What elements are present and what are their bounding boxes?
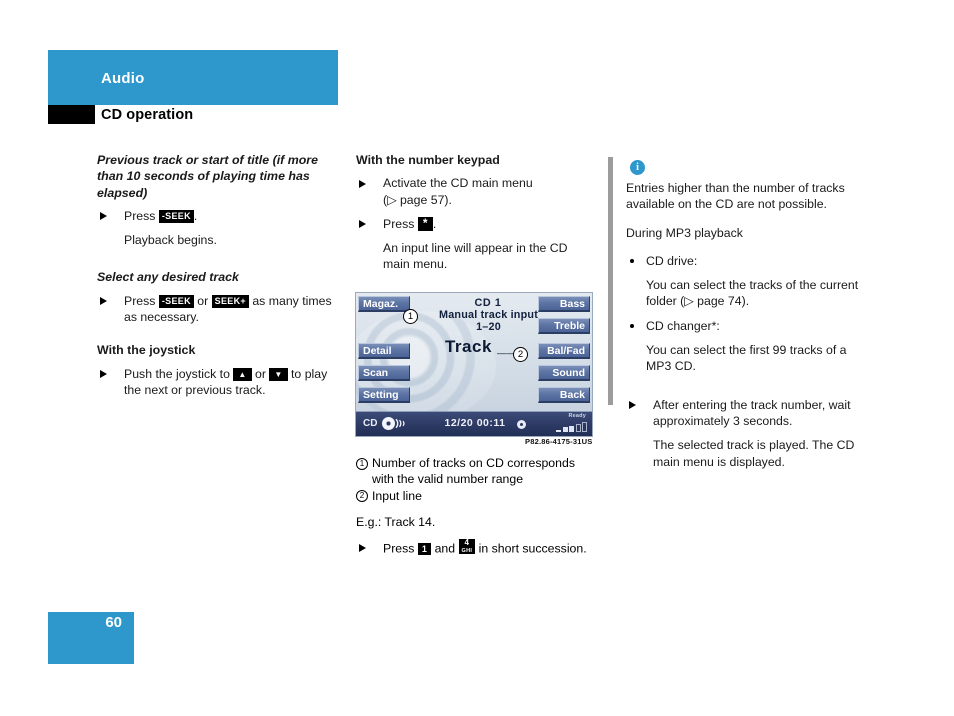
key-arrow-down-icon: ▼ [269,367,288,381]
column-left: Previous track or start of title (if mor… [97,152,335,406]
screen-button-magazine[interactable]: Magaz. [358,296,410,312]
key-digit-4-ghi: 4 GHI [458,538,476,554]
note-intro-text: Entries higher than the number of tracks… [626,181,845,212]
legend-item-1: 1 Number of tracks on CD corresponds with… [356,455,600,488]
figure-legend: 1 Number of tracks on CD corresponds with… [356,455,600,565]
screen-mode-label: Manual track input [439,309,538,321]
step-tail: in short succession. [478,541,587,556]
playback-mode-icon [517,420,526,429]
step-conjunction: or [197,293,209,308]
step-press-one-four: Press 1 and 4 GHI in short succession. [356,539,600,557]
legend-number: 1 [356,457,368,470]
key-asterisk: * [417,216,433,231]
slot-filled [556,430,561,432]
info-icon: i [630,160,645,175]
step-punct: . [193,208,198,223]
slot-filled [562,427,568,432]
legend-number: 2 [356,490,368,503]
step-press-seek-back: Press -SEEK. [97,208,335,224]
key-seek-minus: -SEEK [158,209,194,223]
step-wait-after-entry: After entering the track number, wait ap… [626,397,870,430]
section-title: CD operation [101,107,194,123]
screen-button-setting[interactable]: Setting [358,387,410,403]
heading-select-track: Select any desired track [97,270,239,285]
screen-status-bar: CD 12/20 00:11 Ready [356,411,592,436]
page-number: 60 [105,614,122,631]
step-result-input-line: An input line will appear in the CD main… [383,241,568,272]
screen-button-sound[interactable]: Sound [538,365,590,381]
step-label: Press [124,208,156,223]
example-label: E.g.: Track 14. [356,514,436,529]
status-ready-label: Ready [568,413,586,419]
heading-previous-track: Previous track or start of title (if mor… [97,153,319,200]
column-right: Entries higher than the number of tracks… [626,180,870,478]
key-letters: GHI [461,547,473,554]
slot-filled [569,426,574,432]
note-sidebar-rule [608,157,613,405]
legend-item-2: 2 Input line [356,488,600,504]
heading-with-joystick: With the joystick [97,343,196,358]
step-press-star: Press *. [356,216,596,232]
screen-button-detail[interactable]: Detail [358,343,410,359]
bullet-cd-changer: CD changer*: [626,318,870,334]
header-band [48,50,338,105]
legend-text: Number of tracks on CD corresponds with … [372,456,575,487]
step-punct: . [432,216,437,231]
figure-code: P82.86-4175-31US [525,437,593,446]
screen-source-title: CD 1 [474,297,502,309]
page-reference: (▷ page 57). [383,192,452,207]
step-conjunction: or [255,366,266,381]
slot-empty [575,424,581,432]
legend-text: Input line [372,488,422,503]
magazine-slot-indicator [556,422,587,432]
step-press-seek-either: Press -SEEK or SEEK+ as many times as ne… [97,293,335,326]
step-wait-result: The selected track is played. The CD mai… [653,438,855,469]
screen-valid-range: 1–20 [476,321,501,333]
key-seek-plus: SEEK+ [211,294,249,308]
slot-empty [582,422,587,432]
step-label: Press [383,541,415,556]
bullet-cd-drive-text: You can select the tracks of the current… [646,278,859,309]
key-digit: 4 [464,538,470,548]
manual-page: Audio CD operation Previous track or sta… [0,0,954,716]
note-mp3-heading: During MP3 playback [626,225,743,240]
status-track-position: 12/20 [444,417,474,429]
step-label: Activate the CD main menu [383,176,533,191]
key-seek-minus: -SEEK [158,294,194,308]
screen-button-back[interactable]: Back [538,387,590,403]
key-digit-1: 1 [417,542,432,555]
step-result-playback: Playback begins. [124,233,217,248]
bullet-cd-drive: CD drive: [626,253,870,269]
column-middle: With the number keypad Activate the CD m… [356,152,596,281]
cd-main-menu-screen: Magaz. Detail Scan Setting Bass Treble B… [355,292,593,437]
screen-button-scan[interactable]: Scan [358,365,410,381]
status-elapsed-time: 00:11 [476,417,506,429]
bullet-cd-changer-text: You can select the first 99 tracks of a … [646,343,847,374]
step-conjunction: and [434,541,456,556]
step-label: Press [383,216,415,231]
step-label: Press [124,293,156,308]
callout-marker-2: 2 [513,347,528,362]
chapter-title: Audio [101,70,145,87]
step-push-joystick: Push the joystick to ▲ or ▼ to play the … [97,366,335,399]
callout-marker-1: 1 [403,309,418,324]
key-arrow-up-icon: ▲ [233,367,252,381]
step-activate-cd-menu: Activate the CD main menu (▷ page 57). [356,175,596,208]
section-marker-block [48,105,95,124]
heading-number-keypad: With the number keypad [356,153,500,167]
step-label: Push the joystick to [124,366,230,381]
